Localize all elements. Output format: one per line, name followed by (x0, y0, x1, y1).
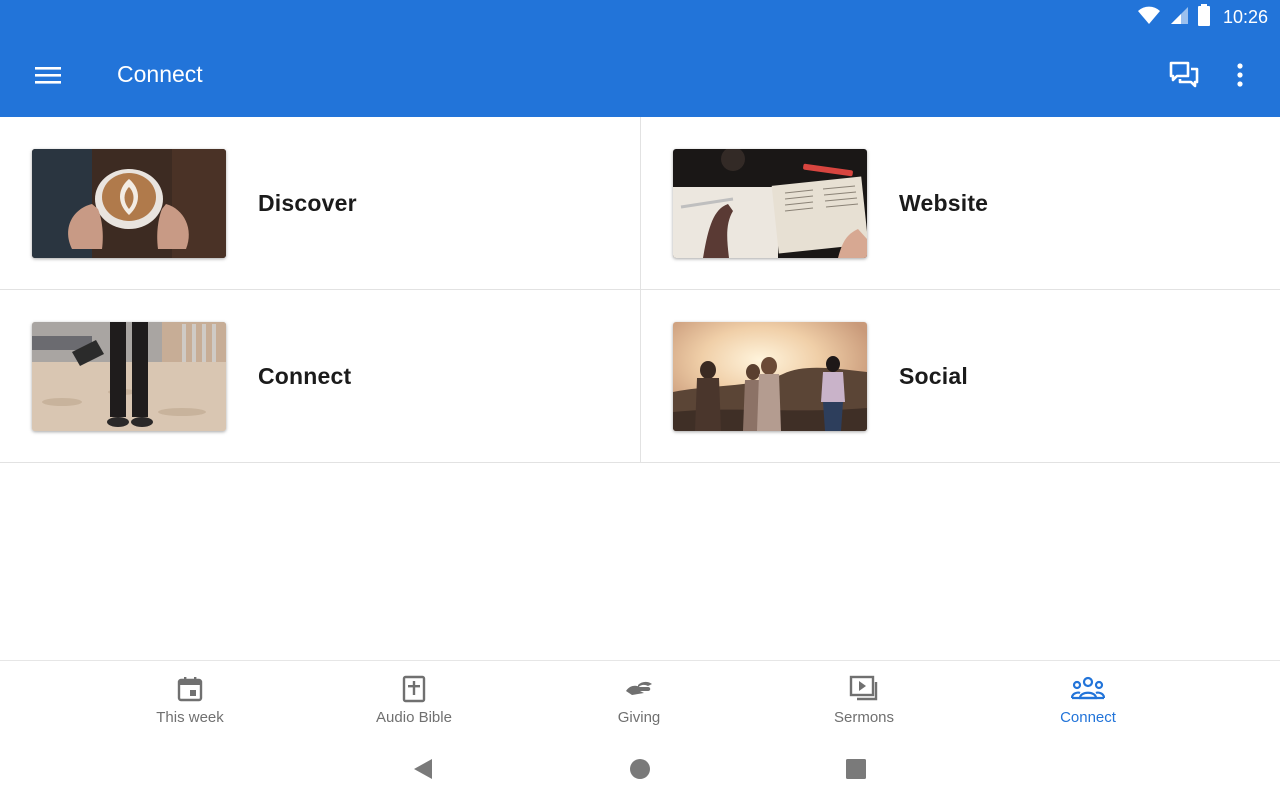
back-button[interactable] (408, 756, 438, 782)
recents-icon (846, 759, 866, 779)
status-bar: 10:26 (1137, 3, 1268, 31)
video-library-icon (849, 675, 879, 703)
tile-label: Connect (258, 363, 352, 389)
bible-icon (402, 675, 426, 703)
tile-discover[interactable]: Discover (0, 117, 640, 290)
group-icon (1071, 675, 1105, 703)
connect-grid: Discover Website Connect Social (0, 117, 1280, 464)
more-options-button[interactable] (1222, 58, 1258, 92)
nav-item-sermons[interactable]: Sermons (779, 661, 949, 741)
app-root: 10:26 Connect Discover Website Connect S… (0, 0, 1280, 800)
nav-item-audio-bible[interactable]: Audio Bible (329, 661, 499, 741)
system-navigation-bar (0, 740, 1280, 800)
tile-label: Website (899, 190, 989, 216)
nav-item-this-week[interactable]: This week (105, 661, 275, 741)
friends-sunset-photo (673, 322, 867, 431)
chat-button[interactable] (1164, 58, 1204, 92)
nav-label: Connect (1060, 709, 1116, 726)
wifi-icon (1137, 5, 1161, 30)
app-bar: Connect (0, 34, 1280, 117)
tile-label: Discover (258, 190, 357, 216)
back-icon (414, 759, 432, 779)
nav-label: Audio Bible (376, 709, 452, 726)
tile-social[interactable]: Social (640, 290, 1280, 463)
recents-button[interactable] (841, 756, 871, 782)
status-time: 10:26 (1222, 6, 1268, 27)
giving-hand-icon (624, 675, 654, 703)
nav-item-giving[interactable]: Giving (554, 661, 724, 741)
menu-icon (35, 67, 61, 84)
home-button[interactable] (625, 756, 655, 782)
bottom-navigation: This week Audio Bible Giving Sermons Con… (0, 660, 1280, 740)
app-header: 10:26 Connect (0, 0, 1280, 117)
chat-icon (1169, 61, 1199, 88)
nav-label: This week (156, 709, 224, 726)
home-icon (630, 759, 650, 779)
more-vert-icon (1237, 63, 1243, 87)
nav-label: Sermons (833, 709, 895, 726)
menu-button[interactable] (28, 58, 68, 92)
tile-website[interactable]: Website (640, 117, 1280, 290)
bible-notebook-photo (673, 149, 867, 258)
tile-label: Social (899, 363, 968, 389)
nav-label: Giving (617, 709, 661, 726)
battery-icon (1197, 3, 1211, 31)
coffee-latte-photo (32, 149, 226, 258)
signal-icon (1169, 5, 1189, 30)
calendar-icon (177, 675, 203, 703)
person-standing-sand-photo (32, 322, 226, 431)
tile-connect[interactable]: Connect (0, 290, 640, 463)
nav-item-connect[interactable]: Connect (1003, 661, 1173, 741)
page-title: Connect (117, 61, 203, 87)
